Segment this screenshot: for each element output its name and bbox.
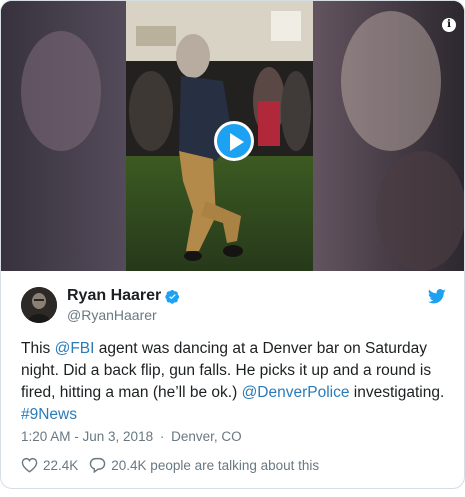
embedded-tweet-card: i Ryan Haarer @RyanHaarer This @FBI agen… xyxy=(0,0,465,489)
tweet-timestamp[interactable]: 1:20 AM - Jun 3, 2018 xyxy=(21,429,153,444)
tweet-text-segment: This xyxy=(21,340,55,357)
play-button[interactable] xyxy=(214,121,254,161)
hashtag-9news-link[interactable]: #9News xyxy=(21,406,77,423)
tweet-actions: 22.4K 20.4K people are talking about thi… xyxy=(21,457,330,473)
author-handle[interactable]: @RyanHaarer xyxy=(67,307,157,323)
video-thumbnail[interactable]: i xyxy=(1,1,464,271)
heart-icon xyxy=(21,457,38,473)
avatar-photo xyxy=(21,287,57,323)
like-button[interactable]: 22.4K xyxy=(21,457,78,473)
talking-count: 20.4K people are talking about this xyxy=(111,457,320,473)
speech-bubble-icon xyxy=(89,457,106,473)
mention-fbi-link[interactable]: @FBI xyxy=(55,340,95,357)
author-name[interactable]: Ryan Haarer xyxy=(67,287,161,305)
like-count: 22.4K xyxy=(43,457,79,473)
author-name-row[interactable]: Ryan Haarer xyxy=(67,287,180,305)
avatar[interactable] xyxy=(21,287,57,323)
tweet-text-segment: investigating. xyxy=(349,384,445,401)
tweet-meta: 1:20 AM - Jun 3, 2018 · Denver, CO xyxy=(21,429,242,444)
tweet-text: This @FBI agent was dancing at a Denver … xyxy=(21,338,446,426)
verified-badge-icon xyxy=(165,289,180,304)
info-icon[interactable]: i xyxy=(442,18,456,32)
tweet-header: Ryan Haarer @RyanHaarer xyxy=(21,287,446,327)
reply-talking-link[interactable]: 20.4K people are talking about this xyxy=(89,457,319,473)
meta-separator: · xyxy=(159,429,165,444)
twitter-bird-icon[interactable] xyxy=(428,289,446,304)
tweet-location[interactable]: Denver, CO xyxy=(171,429,242,444)
mention-denverpolice-link[interactable]: @DenverPolice xyxy=(242,384,350,401)
